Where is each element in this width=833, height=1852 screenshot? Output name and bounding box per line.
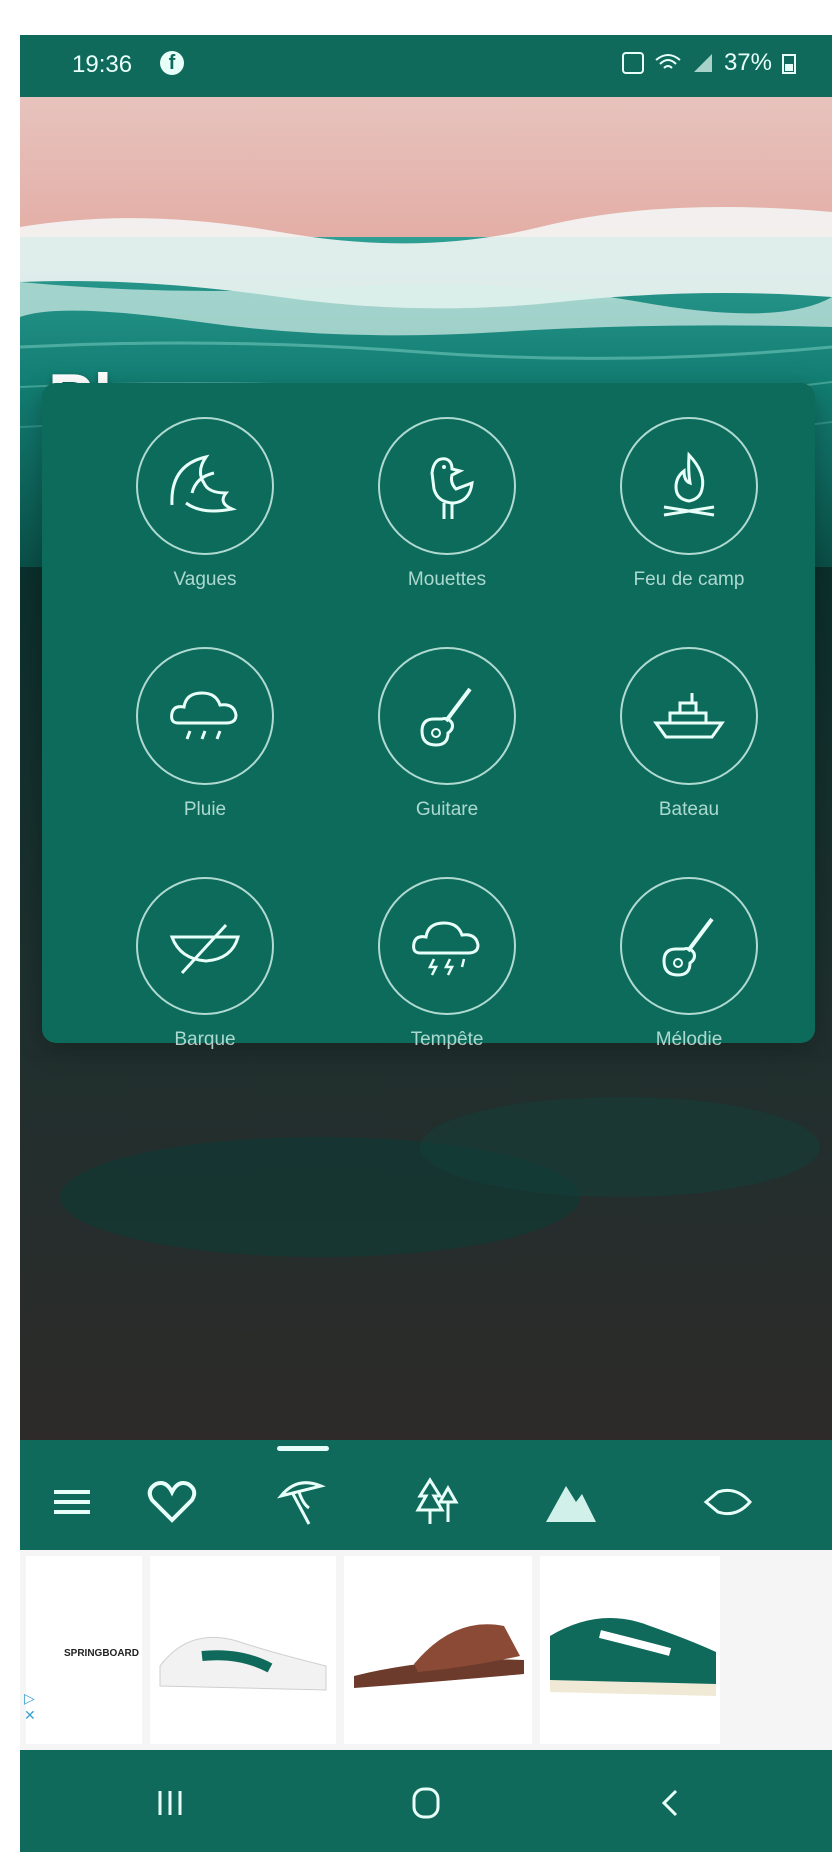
sound-tile-vagues[interactable]: Vagues	[86, 417, 306, 627]
back-button[interactable]	[640, 1783, 700, 1823]
sound-label: Mélodie	[655, 1029, 723, 1050]
sound-circle[interactable]	[378, 417, 516, 555]
category-navbar	[20, 1440, 832, 1550]
ad-banner[interactable]: SPRINGBOARD ▷ ✕	[20, 1550, 832, 1750]
ad-choices-icon[interactable]: ▷ ✕	[24, 1690, 40, 1738]
forest-icon	[415, 1477, 459, 1524]
fish-icon	[703, 1488, 752, 1516]
sound-tile-guitare[interactable]: Guitare	[328, 647, 548, 857]
beach-umbrella-icon	[277, 1481, 326, 1525]
rowboat-icon	[169, 923, 240, 975]
ship-icon	[653, 693, 725, 739]
sound-label: Pluie	[183, 799, 227, 820]
ad-brand: SPRINGBOARD	[64, 1648, 140, 1659]
home-button[interactable]	[396, 1783, 456, 1823]
rain-cloud-icon	[170, 691, 238, 740]
system-navigation-bar	[20, 1750, 832, 1852]
sound-tile-bateau[interactable]: Bateau	[570, 647, 790, 857]
ad-product[interactable]	[540, 1556, 720, 1744]
sound-circle[interactable]	[136, 647, 274, 785]
sneaker-image	[159, 1636, 327, 1691]
heart-icon	[147, 1481, 197, 1523]
battery-percent: 37%	[723, 49, 772, 76]
recent-apps-button[interactable]	[140, 1783, 200, 1823]
sound-tile-pluie[interactable]: Pluie	[86, 647, 306, 857]
recent-apps-icon	[158, 1791, 182, 1815]
battery-icon	[782, 54, 796, 74]
sound-grid-panel: Vagues Mouettes Feu de camp Pluie Guitar…	[42, 383, 815, 1050]
sound-circle[interactable]	[378, 647, 516, 785]
sound-label: Feu de camp	[633, 569, 745, 590]
slide-sandal-image	[354, 1624, 524, 1688]
signal-icon	[693, 54, 712, 72]
favorites-tab[interactable]	[142, 1472, 202, 1532]
status-time: 19:36	[72, 51, 133, 78]
tab-plage[interactable]	[273, 1472, 333, 1532]
storm-cloud-icon	[412, 921, 480, 976]
sound-circle[interactable]	[378, 877, 516, 1015]
tab-montagne[interactable]	[540, 1472, 600, 1532]
status-icons: 37%	[621, 49, 796, 77]
back-icon	[661, 1789, 678, 1817]
sound-circle[interactable]	[620, 417, 758, 555]
wave-icon	[170, 454, 238, 513]
sound-circle[interactable]	[620, 877, 758, 1015]
menu-button[interactable]	[42, 1472, 102, 1532]
seagull-icon	[430, 457, 474, 519]
sound-tile-tempete[interactable]: Tempête	[328, 877, 548, 1087]
sound-tile-melodie[interactable]: Mélodie	[570, 877, 790, 1087]
sneaker-image	[550, 1618, 716, 1696]
sound-label: Mouettes	[407, 569, 487, 590]
sound-tile-mouettes[interactable]: Mouettes	[328, 417, 548, 627]
campfire-icon	[663, 451, 715, 517]
sound-tile-feu-de-camp[interactable]: Feu de camp	[570, 417, 790, 627]
mountain-icon	[546, 1486, 596, 1522]
active-tab-indicator	[277, 1446, 329, 1451]
sound-circle[interactable]	[136, 417, 274, 555]
ad-product[interactable]	[150, 1556, 336, 1744]
notification-icon	[621, 52, 644, 74]
guitar-icon	[420, 687, 472, 747]
phone-screen: 19:36 f 37% Vagues Mouettes Feu de camp …	[20, 35, 832, 1852]
tab-foret[interactable]	[408, 1472, 468, 1532]
sound-label: Guitare	[415, 799, 479, 820]
sound-label: Barque	[174, 1029, 236, 1050]
wifi-icon	[655, 54, 681, 69]
tab-ocean[interactable]	[696, 1472, 756, 1532]
facebook-icon: f	[160, 51, 184, 75]
sound-circle[interactable]	[620, 647, 758, 785]
menu-icon	[54, 1490, 90, 1514]
ad-cell-brand[interactable]: SPRINGBOARD	[26, 1556, 142, 1744]
sound-label: Vagues	[173, 569, 237, 590]
ad-product[interactable]	[344, 1556, 532, 1744]
guitar-icon	[662, 917, 714, 977]
sound-circle[interactable]	[136, 877, 274, 1015]
home-icon	[412, 1787, 440, 1819]
sound-label: Bateau	[658, 799, 720, 820]
status-bar: 19:36 f 37%	[20, 35, 832, 97]
sound-label: Tempête	[410, 1029, 484, 1050]
sound-tile-barque[interactable]: Barque	[86, 877, 306, 1087]
